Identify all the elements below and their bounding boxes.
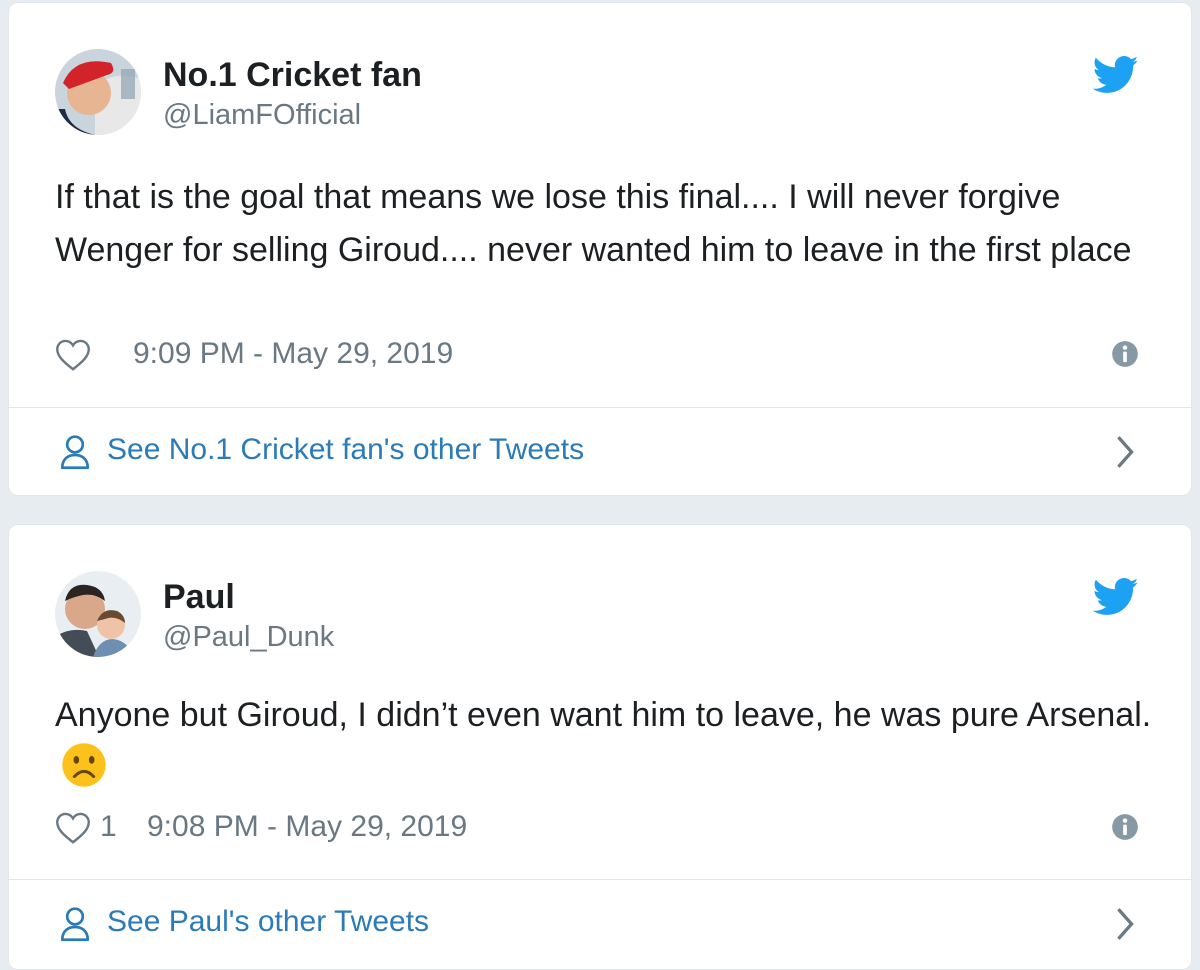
chevron-right-icon[interactable]: [1115, 434, 1135, 470]
heart-icon[interactable]: [55, 811, 91, 845]
tweet-header: No.1 Cricket fan @LiamFOfficial: [55, 49, 1155, 139]
tweet-meta: 9:09 PM - May 29, 2019: [55, 334, 1155, 374]
timestamp[interactable]: 9:09 PM - May 29, 2019: [133, 334, 453, 374]
twitter-bird-icon[interactable]: [1093, 577, 1139, 617]
user-handle[interactable]: @Paul_Dunk: [163, 617, 334, 657]
tweet-meta: 1 9:08 PM - May 29, 2019: [55, 807, 1155, 847]
see-other-tweets-label[interactable]: See No.1 Cricket fan's other Tweets: [107, 430, 584, 470]
avatar[interactable]: [55, 571, 141, 657]
user-handle[interactable]: @LiamFOfficial: [163, 95, 422, 135]
like-count: 1: [100, 810, 117, 843]
person-icon: [60, 435, 90, 470]
tweet-header: Paul @Paul_Dunk: [55, 571, 1155, 661]
info-icon[interactable]: [1111, 813, 1139, 841]
frowning-face-emoji: [62, 743, 106, 787]
heart-icon[interactable]: [55, 338, 91, 372]
tweet-text: If that is the goal that means we lose t…: [55, 178, 1132, 269]
tweet-text: Anyone but Giroud, I didn’t even want hi…: [55, 689, 1155, 798]
chevron-right-icon[interactable]: [1115, 906, 1135, 942]
see-other-tweets-label[interactable]: See Paul's other Tweets: [107, 902, 429, 942]
tweet-card: Paul @Paul_Dunk Anyone but Giroud, I did…: [8, 524, 1192, 970]
person-icon: [60, 907, 90, 942]
info-icon[interactable]: [1111, 340, 1139, 368]
timestamp[interactable]: 9:08 PM - May 29, 2019: [147, 807, 467, 847]
see-other-tweets-link[interactable]: See Paul's other Tweets: [9, 880, 1191, 966]
display-name[interactable]: Paul: [163, 577, 334, 617]
display-name[interactable]: No.1 Cricket fan: [163, 55, 422, 95]
see-other-tweets-link[interactable]: See No.1 Cricket fan's other Tweets: [9, 408, 1191, 494]
twitter-bird-icon[interactable]: [1093, 55, 1139, 95]
tweet-text-content: Anyone but Giroud, I didn’t even want hi…: [55, 696, 1152, 734]
tweet-card: No.1 Cricket fan @LiamFOfficial If that …: [8, 2, 1192, 496]
avatar[interactable]: [55, 49, 141, 135]
